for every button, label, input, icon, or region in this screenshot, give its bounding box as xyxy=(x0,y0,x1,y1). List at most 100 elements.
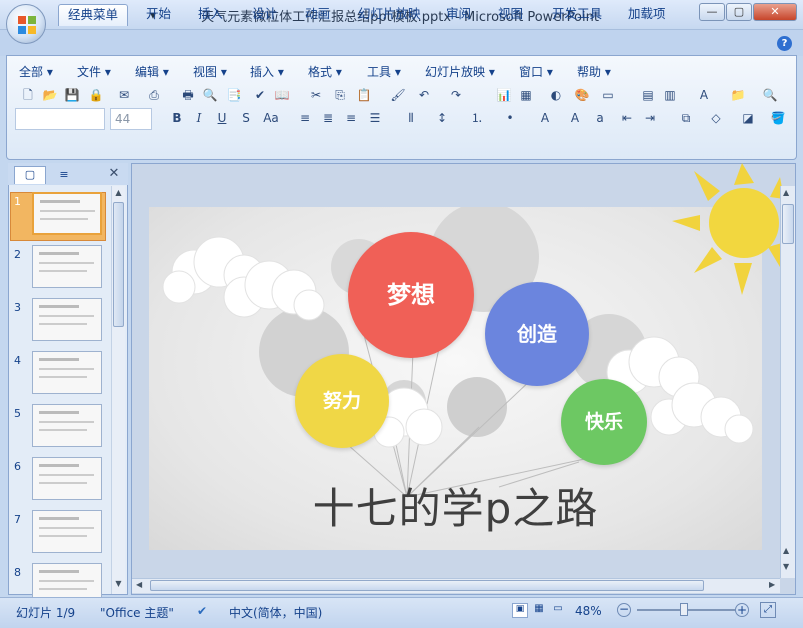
redo-icon[interactable]: ↷ xyxy=(446,85,466,105)
classic-menu-item[interactable]: 文件 ▾ xyxy=(77,63,111,80)
balloon-1[interactable]: 梦想 xyxy=(348,232,474,358)
normal-view-icon[interactable]: ▣ xyxy=(512,603,528,618)
zoom-in-icon[interactable]: + xyxy=(735,603,749,617)
scroll-left-icon[interactable]: ◀ xyxy=(136,580,142,589)
spell-check-icon[interactable]: ✔ xyxy=(197,604,207,618)
tab-1[interactable]: 开始 xyxy=(137,4,180,26)
tab-0[interactable]: 经典菜单 xyxy=(58,4,129,26)
format-painter-icon[interactable]: 🖌 xyxy=(388,85,408,105)
permission-icon[interactable]: 🔒 xyxy=(86,85,106,105)
print-icon[interactable]: 🖶 xyxy=(178,85,198,105)
hscroll-thumb[interactable] xyxy=(150,580,704,591)
slide-thumbnail[interactable] xyxy=(32,457,102,500)
slide-thumbnail[interactable] xyxy=(32,245,102,288)
tab-8[interactable]: 开发工具 xyxy=(543,4,611,26)
balloon-2[interactable]: 创造 xyxy=(485,282,589,386)
increase-indent-icon[interactable]: ⇥ xyxy=(640,108,660,128)
paste-icon[interactable]: 📋 xyxy=(354,85,374,105)
cut-icon[interactable]: ✂ xyxy=(306,85,326,105)
grow-font-icon[interactable]: A xyxy=(565,108,585,128)
fit-to-window-icon[interactable]: ⤢ xyxy=(760,602,776,618)
shapes-icon[interactable]: ◇ xyxy=(706,108,726,128)
center-icon[interactable]: ≣ xyxy=(318,108,338,128)
classic-menu-item[interactable]: 编辑 ▾ xyxy=(135,63,169,80)
scroll-up-icon[interactable]: ▲ xyxy=(113,188,124,200)
slide-thumbnail[interactable] xyxy=(32,351,102,394)
italic-button[interactable]: I xyxy=(189,108,209,128)
office-button[interactable] xyxy=(6,4,46,44)
textbox-icon[interactable]: A xyxy=(694,85,714,105)
email-icon[interactable]: ✉ xyxy=(114,85,134,105)
prev-slide-icon[interactable]: ▲ xyxy=(783,546,789,555)
slide-thumbnail[interactable] xyxy=(32,510,102,553)
shadow-button[interactable]: S xyxy=(236,108,256,128)
font-size-combo[interactable]: 44 xyxy=(110,108,152,130)
zoom-slider-knob[interactable] xyxy=(680,603,689,616)
classic-menu-item[interactable]: 工具 ▾ xyxy=(367,63,401,80)
undo-icon[interactable]: ↶ xyxy=(414,85,434,105)
save-icon[interactable]: 💾 xyxy=(62,85,82,105)
expand-icon[interactable]: ▭ xyxy=(598,85,618,105)
numbering-icon[interactable]: ⒈ xyxy=(467,108,487,128)
minimize-button[interactable]: — xyxy=(699,3,725,21)
classic-menu-item[interactable]: 插入 ▾ xyxy=(250,63,284,80)
classic-menu-item[interactable]: 全部 ▾ xyxy=(19,63,53,80)
arrange-icon[interactable]: ⧉ xyxy=(676,108,696,128)
slide-thumbnail[interactable] xyxy=(32,298,102,341)
line-spacing-icon[interactable]: ↕ xyxy=(432,108,452,128)
align-left-icon[interactable]: ≡ xyxy=(295,108,315,128)
justify-icon[interactable]: ☰ xyxy=(365,108,385,128)
align-right-icon[interactable]: ≡ xyxy=(341,108,361,128)
help-icon[interactable]: ? xyxy=(777,36,792,51)
slide-thumbnail[interactable] xyxy=(32,192,102,235)
classic-menu-item[interactable]: 幻灯片放映 ▾ xyxy=(425,63,495,80)
balloon-4[interactable]: 快乐 xyxy=(561,379,647,465)
spelling-icon[interactable]: ✔ xyxy=(250,85,270,105)
next-slide-icon[interactable]: ▼ xyxy=(783,562,789,571)
thesaurus-icon[interactable]: 📖 xyxy=(272,85,292,105)
decrease-indent-icon[interactable]: ⇤ xyxy=(617,108,637,128)
tab-4[interactable]: 动画 xyxy=(296,4,339,26)
grayscale-icon[interactable]: ◐ xyxy=(546,85,566,105)
change-case-button[interactable]: Aa xyxy=(258,108,284,128)
tab-9[interactable]: 加载项 xyxy=(619,4,675,26)
horizontal-scrollbar[interactable]: ◀ ▶ xyxy=(132,578,780,593)
slides-tab[interactable]: ▢ xyxy=(14,166,46,184)
publish-icon[interactable]: ⎙ xyxy=(144,85,164,105)
print-preview-icon[interactable]: 🔍 xyxy=(200,85,220,105)
tab-2[interactable]: 插入 xyxy=(189,4,232,26)
tab-5[interactable]: 幻灯片放映 xyxy=(349,4,430,26)
slide-title[interactable]: 十七的学p之路 xyxy=(149,475,762,536)
classic-menu-item[interactable]: 格式 ▾ xyxy=(308,63,342,80)
maximize-button[interactable]: ▢ xyxy=(726,3,752,21)
vertical-scrollbar[interactable]: ▲ ▲ ▼ xyxy=(780,186,795,578)
table-icon[interactable]: ▦ xyxy=(516,85,536,105)
outline-tab[interactable]: ≡ xyxy=(48,167,80,184)
slide-thumbnail[interactable] xyxy=(32,404,102,447)
font-color-icon[interactable]: A xyxy=(535,108,555,128)
zoom-slider[interactable] xyxy=(637,603,735,616)
copy-icon[interactable]: ⎘ xyxy=(330,85,350,105)
vscroll-thumb[interactable] xyxy=(782,204,794,244)
research-icon[interactable]: 📑 xyxy=(224,85,244,105)
underline-button[interactable]: U xyxy=(212,108,232,128)
zoom-level[interactable]: 48% xyxy=(575,604,602,618)
font-name-combo[interactable] xyxy=(15,108,105,130)
panel-scrollbar[interactable]: ▲ ▼ xyxy=(111,186,125,594)
slideshow-icon[interactable]: ▭ xyxy=(550,603,566,618)
balloon-3[interactable]: 努力 xyxy=(295,354,389,448)
new-slide-icon[interactable]: ▤ xyxy=(638,85,658,105)
bold-button[interactable]: B xyxy=(167,108,187,128)
scroll-down-icon[interactable]: ▼ xyxy=(113,579,124,591)
folder-icon[interactable]: 📁 xyxy=(728,85,748,105)
close-button[interactable]: ✕ xyxy=(753,3,797,21)
columns-icon[interactable]: ⫴ xyxy=(401,108,421,128)
slide-canvas[interactable]: 梦想 创造努力 快乐 十七的学p之路 xyxy=(149,207,762,550)
quick-styles-icon[interactable]: ◪ xyxy=(738,108,758,128)
shrink-font-icon[interactable]: a xyxy=(590,108,610,128)
zoom-out-icon[interactable]: − xyxy=(617,603,631,617)
vscroll-up-icon[interactable]: ▲ xyxy=(783,188,789,197)
zoom-icon[interactable]: 🔍 xyxy=(760,85,780,105)
close-panel-icon[interactable]: ✕ xyxy=(106,166,122,182)
new-icon[interactable]: 🗋 xyxy=(18,85,38,105)
